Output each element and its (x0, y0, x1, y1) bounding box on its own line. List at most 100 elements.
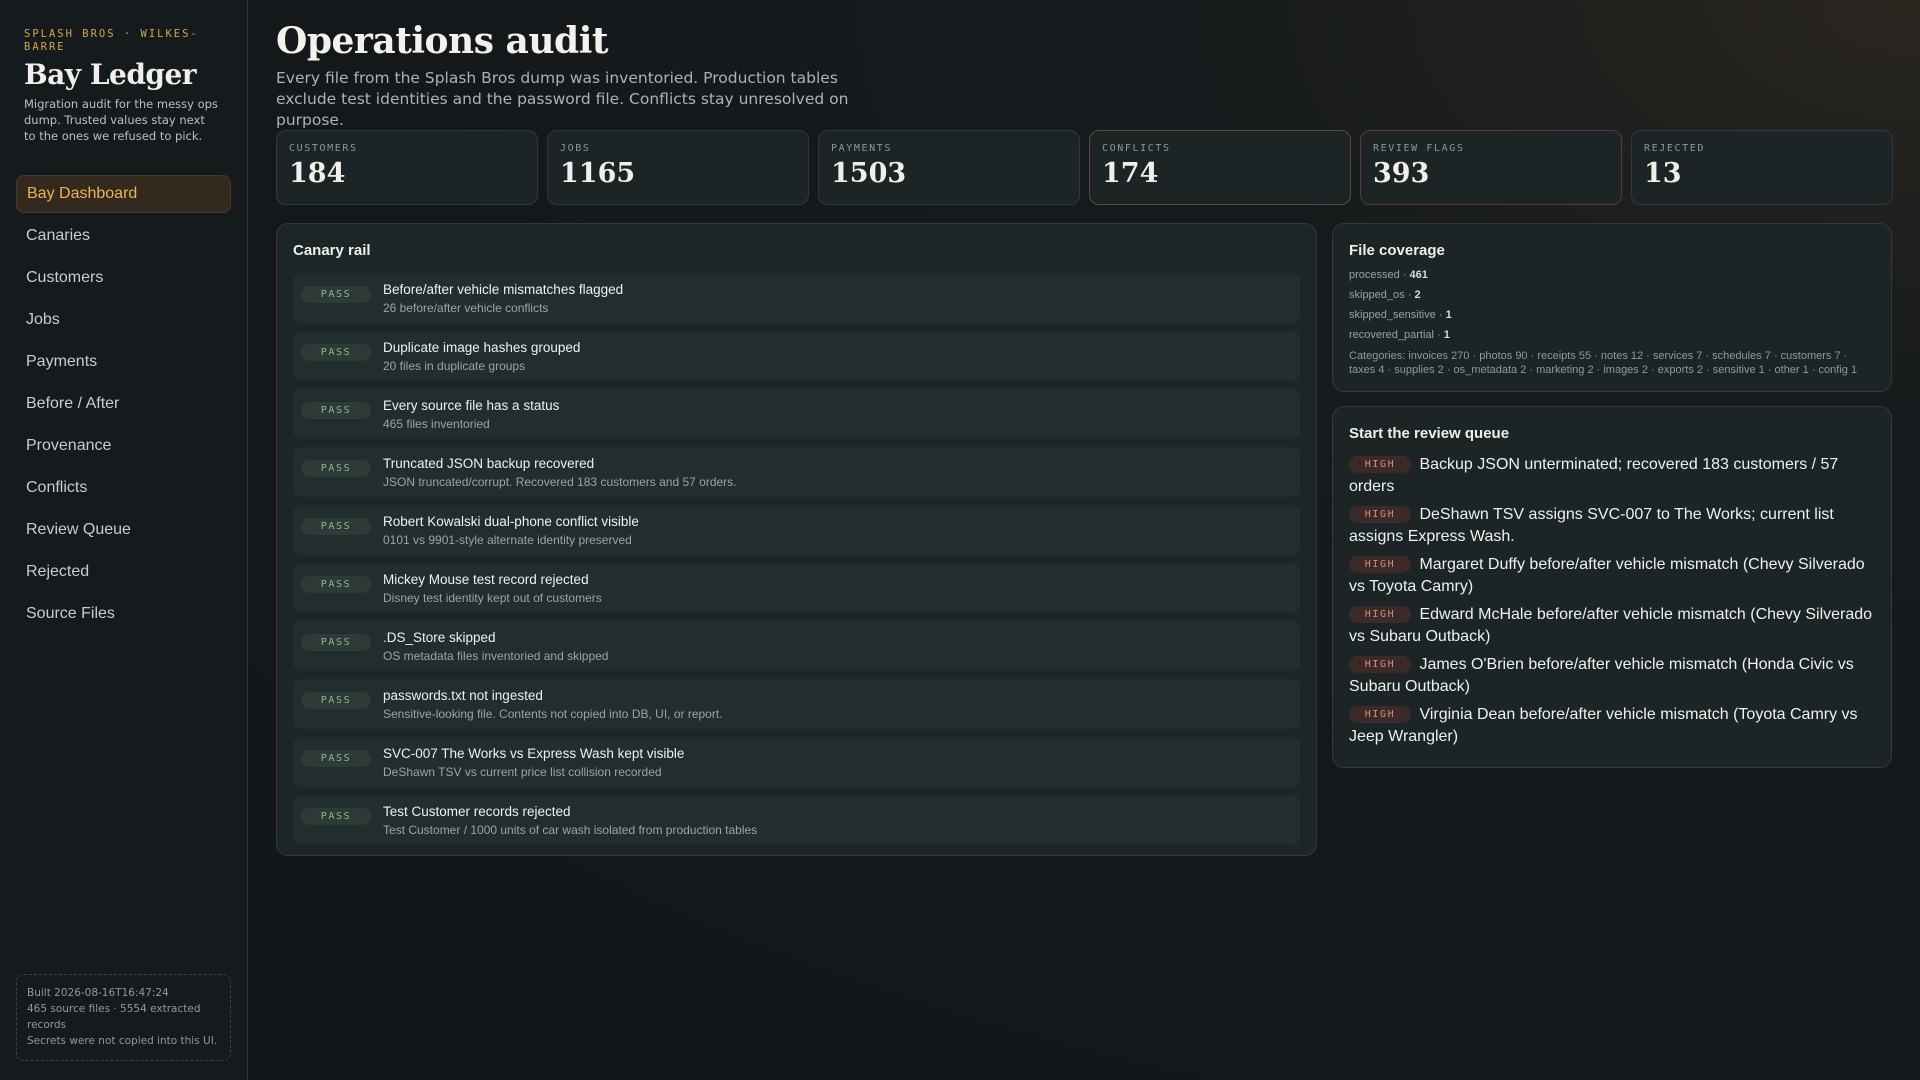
sidebar-item-bay-dashboard[interactable]: Bay Dashboard (16, 175, 231, 213)
review-queue-item[interactable]: HIGH DeShawn TSV assigns SVC-007 to The … (1349, 504, 1875, 548)
canary-detail: Sensitive-looking file. Contents not cop… (383, 707, 723, 721)
sidebar-item-source-files[interactable]: Source Files (16, 595, 231, 633)
page-title: Operations audit (276, 20, 609, 62)
sidebar-item-review-queue[interactable]: Review Queue (16, 511, 231, 549)
stat-value: 1503 (831, 158, 907, 189)
sidebar-item-conflicts[interactable]: Conflicts (16, 469, 231, 507)
review-queue-item[interactable]: HIGH Virginia Dean before/after vehicle … (1349, 704, 1875, 748)
file-coverage-panel: File coverage processed · 461 skipped_os… (1332, 223, 1892, 392)
canary-row: PASS Test Customer records rejected Test… (293, 795, 1300, 845)
sidebar-item-provenance[interactable]: Provenance (16, 427, 231, 465)
coverage-value: 1 (1443, 329, 1450, 341)
coverage-value: 2 (1414, 289, 1421, 301)
review-queue-text: James O'Brien before/after vehicle misma… (1349, 656, 1854, 695)
pass-badge: PASS (301, 518, 371, 535)
canary-title: passwords.txt not ingested (383, 688, 543, 703)
stat-value: 174 (1102, 158, 1159, 189)
canary-detail: Test Customer / 1000 units of car wash i… (383, 823, 758, 837)
brand-title: Bay Ledger (24, 58, 197, 91)
stat-value: 13 (1644, 158, 1682, 189)
review-queue-text: DeShawn TSV assigns SVC-007 to The Works… (1349, 506, 1834, 545)
review-queue-text: Backup JSON unterminated; recovered 183 … (1349, 456, 1839, 495)
coverage-separator: · (1434, 329, 1444, 341)
coverage-separator: · (1435, 309, 1446, 321)
stat-card-payments: PAYMENTS 1503 (818, 130, 1080, 205)
pass-badge: PASS (301, 460, 371, 477)
coverage-separator: · (1404, 289, 1415, 301)
canary-row: PASS Before/after vehicle mismatches fla… (293, 273, 1300, 323)
canary-row: PASS Robert Kowalski dual-phone conflict… (293, 505, 1300, 555)
pass-badge: PASS (301, 286, 371, 303)
canary-detail: 20 files in duplicate groups (383, 359, 526, 373)
canary-row: PASS Duplicate image hashes grouped 20 f… (293, 331, 1300, 381)
brand-eyebrow: SPLASH BROS · WILKES-BARRE (24, 28, 199, 53)
canary-title: Truncated JSON backup recovered (383, 456, 595, 471)
canary-row: PASS .DS_Store skipped OS metadata files… (293, 621, 1300, 671)
sidebar-item-jobs[interactable]: Jobs (16, 301, 231, 339)
canary-row: PASS passwords.txt not ingested Sensitiv… (293, 679, 1300, 729)
canary-detail: DeShawn TSV vs current price list collis… (383, 765, 662, 779)
high-badge: HIGH (1349, 556, 1411, 573)
build-counts: 465 source files · 5554 extracted record… (27, 1003, 201, 1031)
high-badge: HIGH (1349, 456, 1411, 473)
high-badge: HIGH (1349, 506, 1411, 523)
stat-card-conflicts: CONFLICTS 174 (1089, 130, 1351, 205)
canary-detail: 0101 vs 9901-style alternate identity pr… (383, 533, 632, 547)
stat-label: PAYMENTS (831, 143, 892, 154)
canary-row: PASS Truncated JSON backup recovered JSO… (293, 447, 1300, 497)
stat-card-jobs: JOBS 1165 (547, 130, 809, 205)
stat-card-review-flags: REVIEW FLAGS 393 (1360, 130, 1622, 205)
canary-title: .DS_Store skipped (383, 630, 496, 645)
canary-rail-panel: Canary rail PASS Before/after vehicle mi… (276, 223, 1317, 856)
sidebar-item-canaries[interactable]: Canaries (16, 217, 231, 255)
coverage-separator: · (1399, 269, 1410, 281)
sidebar-nav: Bay Dashboard Canaries Customers Jobs Pa… (16, 175, 231, 637)
coverage-key: skipped_sensitive (1349, 309, 1436, 321)
canary-title: Robert Kowalski dual-phone conflict visi… (383, 514, 639, 529)
coverage-line: processed · 461 (1349, 269, 1875, 289)
stat-label: CUSTOMERS (289, 143, 358, 154)
sidebar-item-customers[interactable]: Customers (16, 259, 231, 297)
coverage-line: skipped_sensitive · 1 (1349, 309, 1875, 329)
review-queue-item[interactable]: HIGH James O'Brien before/after vehicle … (1349, 654, 1875, 698)
canary-title: Mickey Mouse test record rejected (383, 572, 589, 587)
canary-detail: OS metadata files inventoried and skippe… (383, 649, 609, 663)
sidebar: SPLASH BROS · WILKES-BARRE Bay Ledger Mi… (0, 0, 248, 1080)
sidebar-item-rejected[interactable]: Rejected (16, 553, 231, 591)
coverage-line: recovered_partial · 1 (1349, 329, 1875, 349)
canary-row: PASS SVC-007 The Works vs Express Wash k… (293, 737, 1300, 787)
coverage-categories: Categories: invoices 270 · photos 90 · r… (1349, 350, 1858, 376)
build-secrets-note: Secrets were not copied into this UI. (27, 1035, 218, 1047)
pass-badge: PASS (301, 576, 371, 593)
file-coverage-title: File coverage (1349, 242, 1445, 259)
sidebar-item-payments[interactable]: Payments (16, 343, 231, 381)
stat-card-customers: CUSTOMERS 184 (276, 130, 538, 205)
coverage-line: skipped_os · 2 (1349, 289, 1875, 309)
canary-detail: 465 files inventoried (383, 417, 490, 431)
canary-row: PASS Mickey Mouse test record rejected D… (293, 563, 1300, 613)
stat-label: REJECTED (1644, 143, 1705, 154)
review-queue-item[interactable]: HIGH Edward McHale before/after vehicle … (1349, 604, 1875, 648)
pass-badge: PASS (301, 692, 371, 709)
canary-list: PASS Before/after vehicle mismatches fla… (293, 273, 1300, 845)
canary-title: SVC-007 The Works vs Express Wash kept v… (383, 746, 685, 761)
review-queue-text: Margaret Duffy before/after vehicle mism… (1349, 556, 1865, 595)
coverage-key: recovered_partial (1349, 329, 1434, 341)
stat-value: 184 (289, 158, 346, 189)
canary-title: Every source file has a status (383, 398, 560, 413)
brand-description: Migration audit for the messy ops dump. … (24, 97, 218, 143)
review-queue-item[interactable]: HIGH Backup JSON unterminated; recovered… (1349, 454, 1875, 498)
canary-title: Duplicate image hashes grouped (383, 340, 581, 355)
coverage-lines: processed · 461 skipped_os · 2 skipped_s… (1349, 269, 1875, 349)
stat-label: JOBS (560, 143, 591, 154)
canary-detail: JSON truncated/corrupt. Recovered 183 cu… (383, 475, 737, 489)
review-queue-item[interactable]: HIGH Margaret Duffy before/after vehicle… (1349, 554, 1875, 598)
stat-value: 1165 (560, 158, 636, 189)
canary-detail: 26 before/after vehicle conflicts (383, 301, 549, 315)
pass-badge: PASS (301, 808, 371, 825)
sidebar-item-before-after[interactable]: Before / After (16, 385, 231, 423)
high-badge: HIGH (1349, 656, 1411, 673)
coverage-key: processed (1349, 269, 1400, 281)
review-queue-text: Edward McHale before/after vehicle misma… (1349, 606, 1873, 645)
high-badge: HIGH (1349, 606, 1411, 623)
